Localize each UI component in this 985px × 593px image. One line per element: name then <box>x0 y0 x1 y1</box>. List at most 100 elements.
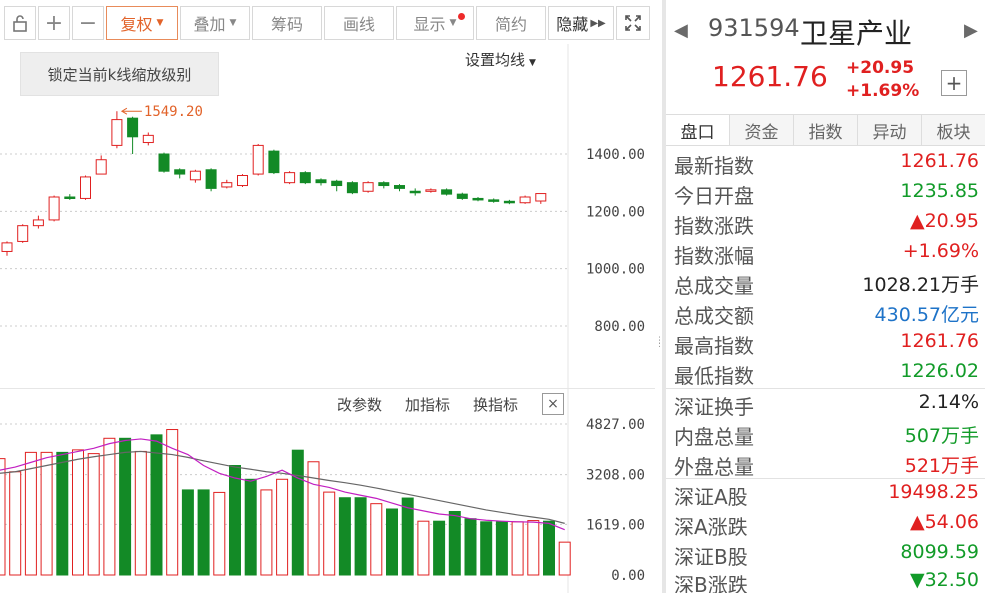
chevron-down-icon: ▼ <box>449 18 457 28</box>
volume-bar-up <box>276 478 289 576</box>
huaxian-button[interactable]: 画线 <box>324 6 394 40</box>
volume-bar-down <box>244 478 257 576</box>
info-value: +1.69% <box>902 240 979 262</box>
info-row: 深证B股 8099.59 <box>666 538 985 569</box>
diejia-label: 叠加 <box>193 15 226 34</box>
info-label: 深证换手 <box>674 395 754 419</box>
current-price: 1261.76 <box>712 60 828 93</box>
jianyue-button[interactable]: 简约 <box>476 6 546 40</box>
price-tick-label: 1400.00 <box>586 147 645 163</box>
candle-down <box>346 182 358 194</box>
volume-bar-down <box>464 518 477 576</box>
volume-svg: 4827.00 3208.00 1619.00 0.00 <box>0 389 645 593</box>
candle-down <box>268 150 280 174</box>
volume-bar-up <box>134 450 147 576</box>
info-value: 430.57亿元 <box>874 304 979 326</box>
change-params-link[interactable]: 改参数 <box>337 394 382 415</box>
candle-down <box>394 185 405 189</box>
volume-bar-up <box>511 521 524 576</box>
volume-chart[interactable]: 4827.00 3208.00 1619.00 0.00 <box>0 388 655 593</box>
quote-tabs: 盘口 资金 指数 异动 板块 <box>666 114 985 146</box>
fullscreen-icon[interactable] <box>616 6 650 40</box>
info-label: 深证A股 <box>674 485 748 509</box>
volume-bar-up <box>213 491 226 576</box>
triangle-right-icon[interactable]: ▶ <box>964 20 978 41</box>
candle-up <box>425 189 437 192</box>
add-indicator-link[interactable]: 加指标 <box>405 394 450 415</box>
info-row: 今日开盘 1235.85 <box>666 177 985 208</box>
candle-down <box>205 169 217 189</box>
switch-indicator-link[interactable]: 换指标 <box>473 394 518 415</box>
volume-bar-up <box>260 489 273 576</box>
lock-zoom-tooltip: 锁定当前k线缩放级别 <box>20 52 219 96</box>
info-label: 内盘总量 <box>674 425 754 449</box>
info-row: 外盘总量 521万手 <box>666 448 985 479</box>
tab-zijin[interactable]: 资金 <box>729 115 793 145</box>
info-row: 指数涨跌 ▲20.95 <box>666 207 985 238</box>
candle-down <box>299 172 311 184</box>
info-row: 最新指数 1261.76 <box>666 147 985 178</box>
volume-bar-down <box>354 497 367 576</box>
close-icon[interactable]: × <box>542 393 564 415</box>
info-row: 深证换手 2.14% <box>666 388 985 419</box>
add-watchlist-button[interactable]: + <box>941 70 967 96</box>
zoom-out-button[interactable]: − <box>72 6 104 40</box>
candle-up <box>48 196 60 221</box>
volume-bar-down <box>338 497 351 576</box>
info-label: 今日开盘 <box>674 184 754 208</box>
candle-down <box>174 169 186 175</box>
security-name: 卫星产业 <box>800 17 913 50</box>
volume-bar-down <box>433 520 446 576</box>
info-row: 总成交额 430.57亿元 <box>666 297 985 328</box>
info-label: 最新指数 <box>674 154 754 178</box>
tab-bankuai[interactable]: 板块 <box>921 115 985 145</box>
xianshi-label: 显示 <box>413 15 446 34</box>
info-row: 最低指数 1226.02 <box>666 357 985 388</box>
info-value: 2.14% <box>918 391 979 413</box>
candle-up <box>1 242 13 252</box>
chouma-button[interactable]: 筹码 <box>252 6 322 40</box>
tab-zhishu[interactable]: 指数 <box>793 115 857 145</box>
volume-bar-up <box>72 449 84 576</box>
yincang-button[interactable]: 隐藏 ▶▶ <box>548 6 614 40</box>
chart-toolbar: + − 复权 ▼ 叠加 ▼ 筹码 画线 显示 ▼ 简约 隐藏 ▶▶ <box>0 0 660 44</box>
lock-open-icon[interactable] <box>4 6 36 40</box>
candle-up <box>252 144 264 175</box>
volume-bar-up <box>166 429 179 576</box>
candle-down <box>503 200 515 204</box>
info-value: 1226.02 <box>900 360 979 382</box>
info-value: ▲20.95 <box>909 210 979 232</box>
diejia-dropdown[interactable]: 叠加 ▼ <box>180 6 250 40</box>
info-label: 总成交量 <box>674 274 754 298</box>
info-label: 总成交额 <box>674 304 754 328</box>
info-label: 指数涨幅 <box>674 244 754 268</box>
chevron-down-icon: ▼ <box>229 18 237 28</box>
triangle-left-icon[interactable]: ◀ <box>674 20 688 41</box>
volume-bar-down <box>56 451 69 576</box>
zoom-in-button[interactable]: + <box>38 6 70 40</box>
info-label: 指数涨跌 <box>674 214 754 238</box>
tab-yidong[interactable]: 异动 <box>857 115 921 145</box>
volume-bar-up <box>24 451 37 576</box>
quote-panel: ◀ 931594 卫星产业 ▶ 1261.76 +20.95 +1.69% + … <box>666 0 985 593</box>
info-value: 1261.76 <box>900 330 979 352</box>
volume-bar-down <box>181 489 194 576</box>
xianshi-dropdown[interactable]: 显示 ▼ <box>396 6 474 40</box>
tab-pankou[interactable]: 盘口 <box>666 115 729 145</box>
info-row: 内盘总量 507万手 <box>666 418 985 449</box>
yincang-label: 隐藏 <box>556 15 589 34</box>
volume-bar-down <box>150 434 163 576</box>
price-tick-label: 1200.00 <box>586 204 645 220</box>
volume-bar-up <box>87 453 100 576</box>
fuquan-label: 复权 <box>120 15 153 34</box>
volume-bar-down <box>448 510 461 576</box>
ma-setting-dropdown[interactable]: 设置均线 ▼ <box>465 49 536 70</box>
price-tick-label: 1000.00 <box>586 262 645 278</box>
fuquan-dropdown[interactable]: 复权 ▼ <box>106 6 178 40</box>
price-change: +20.95 <box>846 58 915 78</box>
volume-bar-up <box>40 451 53 576</box>
volume-bar-up <box>370 503 383 576</box>
volume-bar-down <box>197 489 210 576</box>
volume-bar-up <box>323 491 336 576</box>
volume-bar-up <box>0 458 6 576</box>
